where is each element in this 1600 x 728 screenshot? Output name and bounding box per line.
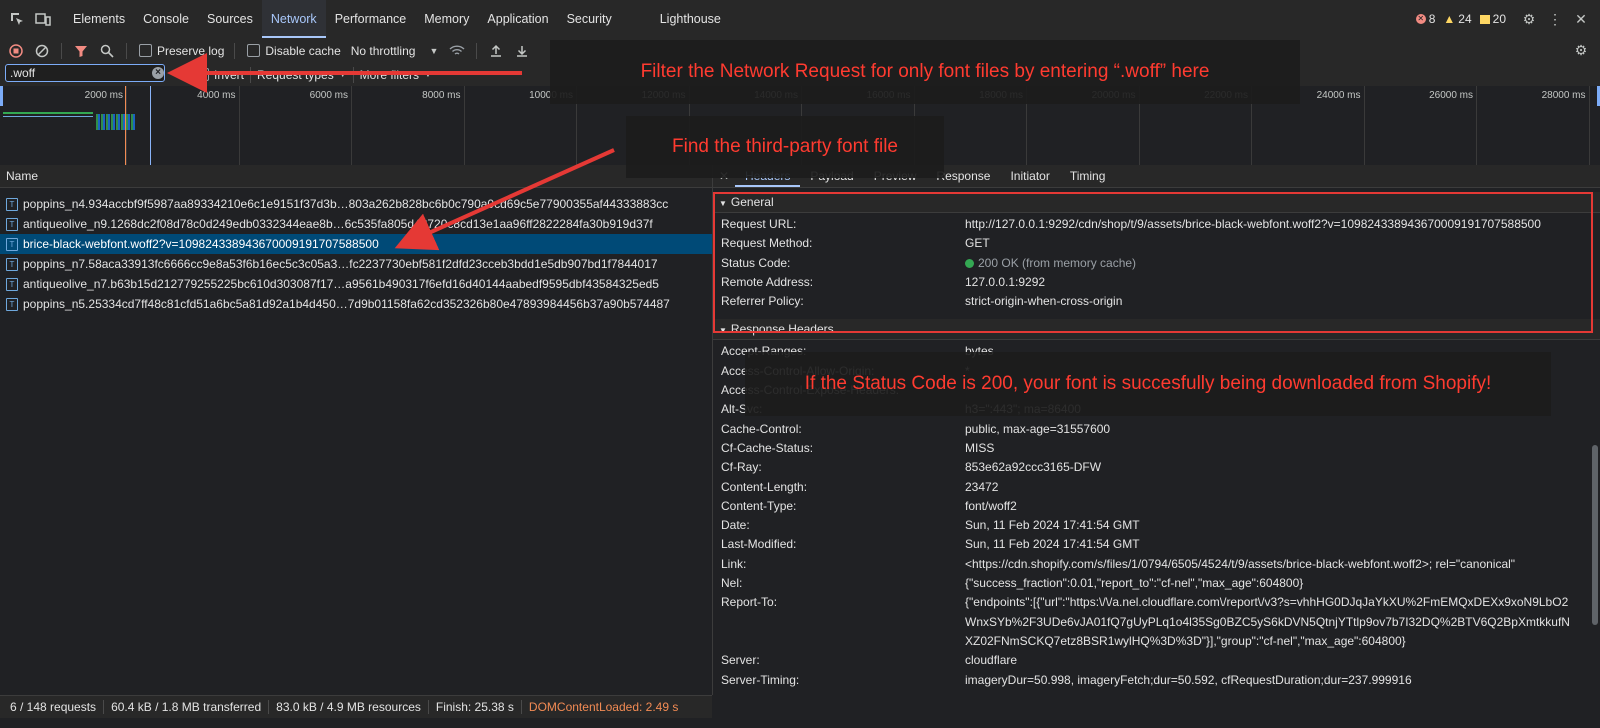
find-font-arrow [394,148,615,251]
annotation-arrows [167,53,615,251]
